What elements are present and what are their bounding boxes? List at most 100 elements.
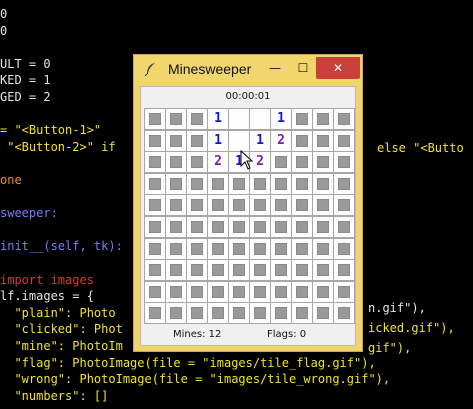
hidden-tile[interactable] [228,259,250,282]
hidden-tile[interactable] [207,237,229,260]
hidden-tile[interactable] [312,172,334,195]
hidden-tile[interactable] [207,194,229,217]
hidden-tile[interactable] [312,216,334,238]
close-button[interactable]: ✕ [316,57,360,79]
hidden-tile[interactable] [186,237,208,260]
hidden-tile[interactable] [312,194,334,217]
hidden-tile[interactable] [228,216,250,238]
hidden-tile[interactable] [291,129,313,152]
hidden-tile[interactable] [270,172,292,195]
hidden-tile[interactable] [312,237,334,260]
hidden-tile[interactable] [186,151,208,174]
hidden-tile[interactable] [291,280,313,303]
hidden-tile[interactable] [291,151,313,174]
revealed-tile[interactable] [228,108,250,130]
hidden-tile[interactable] [165,108,187,130]
hidden-tile[interactable] [249,259,271,282]
hidden-tile[interactable] [249,172,271,195]
hidden-tile[interactable] [312,129,334,152]
hidden-tile[interactable] [291,172,313,195]
hidden-tile[interactable] [333,194,355,217]
hidden-tile[interactable] [270,302,292,325]
hidden-tile[interactable] [333,302,355,325]
hidden-tile[interactable] [249,280,271,303]
hidden-tile[interactable] [144,194,166,217]
hidden-tile[interactable] [333,280,355,303]
hidden-tile[interactable] [186,302,208,325]
hidden-tile[interactable] [186,172,208,195]
hidden-tile[interactable] [228,172,250,195]
revealed-tile[interactable]: 1 [249,129,271,152]
hidden-tile[interactable] [207,216,229,238]
hidden-tile[interactable] [333,216,355,238]
hidden-tile[interactable] [312,151,334,174]
hidden-tile[interactable] [291,237,313,260]
hidden-tile[interactable] [144,108,166,130]
revealed-tile[interactable]: 1 [207,129,229,152]
hidden-tile[interactable] [249,194,271,217]
hidden-tile[interactable] [144,237,166,260]
hidden-tile[interactable] [228,302,250,325]
hidden-tile[interactable] [333,129,355,152]
revealed-tile[interactable]: 1 [207,108,229,130]
hidden-tile[interactable] [270,280,292,303]
hidden-tile[interactable] [333,259,355,282]
hidden-tile[interactable] [312,302,334,325]
hidden-tile[interactable] [291,302,313,325]
hidden-tile[interactable] [249,216,271,238]
hidden-tile[interactable] [207,302,229,325]
hidden-tile[interactable] [186,108,208,130]
hidden-tile[interactable] [270,259,292,282]
hidden-tile[interactable] [165,151,187,174]
hidden-tile[interactable] [270,216,292,238]
hidden-tile[interactable] [165,237,187,260]
hidden-tile[interactable] [291,108,313,130]
hidden-tile[interactable] [333,237,355,260]
hidden-tile[interactable] [144,280,166,303]
hidden-tile[interactable] [186,194,208,217]
hidden-tile[interactable] [207,259,229,282]
hidden-tile[interactable] [228,280,250,303]
revealed-tile[interactable]: 2 [207,151,229,174]
hidden-tile[interactable] [312,280,334,303]
hidden-tile[interactable] [144,172,166,195]
hidden-tile[interactable] [165,302,187,325]
hidden-tile[interactable] [333,151,355,174]
revealed-tile[interactable] [228,129,250,152]
hidden-tile[interactable] [249,237,271,260]
hidden-tile[interactable] [312,259,334,282]
revealed-tile[interactable]: 1 [270,108,292,130]
hidden-tile[interactable] [207,172,229,195]
revealed-tile[interactable] [249,108,271,130]
hidden-tile[interactable] [312,108,334,130]
hidden-tile[interactable] [186,129,208,152]
hidden-tile[interactable] [270,151,292,174]
revealed-tile[interactable]: 2 [270,129,292,152]
hidden-tile[interactable] [165,172,187,195]
maximize-button[interactable]: ☐ [290,57,316,79]
hidden-tile[interactable] [291,194,313,217]
hidden-tile[interactable] [144,302,166,325]
hidden-tile[interactable] [144,129,166,152]
hidden-tile[interactable] [165,259,187,282]
hidden-tile[interactable] [291,216,313,238]
hidden-tile[interactable] [228,237,250,260]
hidden-tile[interactable] [165,216,187,238]
hidden-tile[interactable] [270,237,292,260]
hidden-tile[interactable] [144,151,166,174]
hidden-tile[interactable] [186,216,208,238]
hidden-tile[interactable] [186,259,208,282]
hidden-tile[interactable] [165,129,187,152]
minimize-button[interactable]: — [262,57,288,79]
hidden-tile[interactable] [144,259,166,282]
hidden-tile[interactable] [165,194,187,217]
title-bar[interactable]: Minesweeper — ☐ ✕ [134,55,362,83]
hidden-tile[interactable] [333,108,355,130]
hidden-tile[interactable] [207,280,229,303]
hidden-tile[interactable] [186,280,208,303]
hidden-tile[interactable] [228,194,250,217]
hidden-tile[interactable] [144,216,166,238]
hidden-tile[interactable] [291,259,313,282]
hidden-tile[interactable] [249,302,271,325]
hidden-tile[interactable] [270,194,292,217]
